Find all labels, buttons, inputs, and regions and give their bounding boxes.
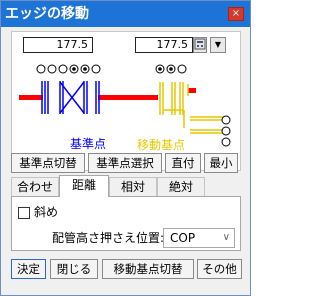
tab-absolute[interactable]: 絶対 (157, 177, 205, 197)
window-title: エッジの移動 (5, 6, 89, 22)
tab-relative[interactable]: 相対 (109, 177, 157, 197)
base-valve-blue (41, 81, 100, 114)
ok-button[interactable]: 決定 (11, 259, 46, 279)
tab-align[interactable]: 合わせ (11, 177, 59, 197)
distance-tab-panel: 斜め 配管高さ押さえ位置: COP ∨ (11, 196, 241, 251)
pipe-diagram[interactable]: 177.5 177.5 ▼ 基準点 移動基点 (11, 31, 241, 171)
pipe-height-position-value: COP (170, 231, 196, 245)
diagonal-checkbox[interactable] (18, 207, 30, 219)
tab-distance[interactable]: 距離 (59, 175, 109, 197)
diagonal-label[interactable]: 斜め (34, 204, 58, 220)
title-bar[interactable]: エッジの移動 × (1, 1, 250, 27)
close-window-button[interactable]: × (228, 7, 244, 21)
move-base-point-label: 移動基点 (137, 138, 186, 152)
move-edge-dialog: エッジの移動 × 177.5 177.5 ▼ 基準点 移動基点 基準点切替 基準… (0, 0, 251, 296)
pipe-drawing (19, 64, 231, 147)
move-base-point-switch-button[interactable]: 移動基点切替 (102, 259, 194, 279)
left-connection-markers (36, 64, 101, 74)
base-point-select-button[interactable]: 基準点選択 (88, 153, 162, 173)
other-button[interactable]: その他 (197, 259, 242, 279)
chevron-down-icon: ∨ (222, 232, 230, 243)
pipe-height-position-label: 配管高さ押さえ位置: (52, 231, 165, 245)
close-button[interactable]: 閉じる (50, 259, 98, 279)
right-connection-markers (155, 64, 187, 74)
tab-bar: 合わせ 距離 相対 絶対 (11, 175, 241, 197)
minimum-button[interactable]: 最小 (204, 153, 238, 173)
base-point-label: 基準点 (70, 137, 107, 151)
direct-attach-button[interactable]: 直付 (165, 153, 201, 173)
right-branch-markers (221, 115, 231, 147)
base-point-switch-button[interactable]: 基準点切替 (11, 153, 85, 173)
pipe-height-position-select[interactable]: COP ∨ (163, 228, 235, 248)
